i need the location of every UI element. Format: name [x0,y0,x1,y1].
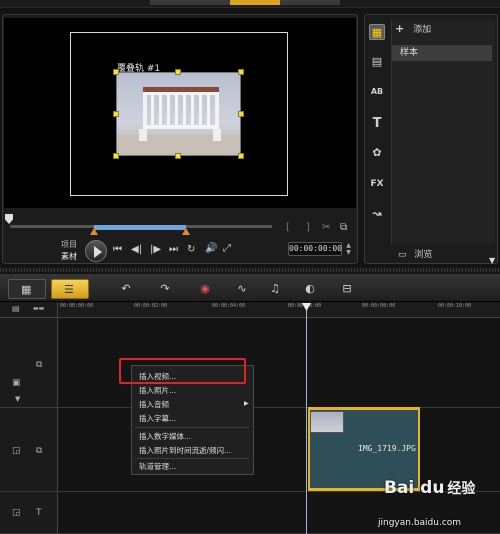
mode-clip[interactable]: 素材 [61,251,77,262]
scroll-down-icon[interactable]: ▼ [489,256,495,265]
highlight-annotation [119,358,246,384]
ruler-corner: ▤ ▬▬ [0,302,58,318]
instant-project-icon[interactable]: ▤ [369,54,385,70]
resize-handle-tr[interactable] [238,69,244,75]
submenu-arrow-icon: ▶ [244,400,249,407]
resize-handle-tl[interactable] [113,69,119,75]
filter-icon[interactable]: FX [369,176,385,192]
mark-out-button[interactable]: ] [306,222,310,233]
ruler-tick: 00:00:04:00 [212,303,246,309]
graphic-icon[interactable]: ✿ [369,145,385,161]
timeline-icon: ☰ [64,283,74,296]
menu-track-manager[interactable]: 轨道管理... [139,461,176,472]
menu-insert-subtitle[interactable]: 插入字幕... [139,413,176,424]
menu-separator [135,458,249,459]
video-track-icon[interactable]: ⧉ [36,360,42,370]
track-header-video: ⧉ ▣ ▼ [0,318,58,408]
crib-photo [117,87,240,155]
resize-handle-br[interactable] [238,153,244,159]
ruler-tick: 00:00:02:00 [134,303,168,309]
title-visibility-icon[interactable]: ◲ [12,508,21,518]
auto-music-icon[interactable]: ♫ [266,282,284,296]
copy-icon[interactable]: ⧉ [340,222,347,233]
resize-handle-bl[interactable] [113,153,119,159]
previous-frame-icon[interactable]: ◀| [131,244,142,255]
ruler-tick: 00:00:10:00 [438,303,472,309]
menu-insert-photo[interactable]: 插入照片... [139,385,176,396]
overlay-visibility-icon[interactable]: ◲ [12,446,21,456]
path-icon[interactable]: ↝ [369,206,385,222]
library-folder-sample[interactable]: 样本 [392,45,492,61]
timeline-ruler[interactable] [58,302,500,318]
track-mute-icon[interactable]: ▣ [12,378,21,388]
storyboard-view-button[interactable]: ▦ [8,279,46,299]
transition-icon[interactable]: AB [369,84,385,100]
mode-project[interactable]: 项目 [61,239,77,250]
zoom-control[interactable]: ▬▬ [33,305,44,312]
panel-divider[interactable] [0,268,500,272]
track-manager-icon[interactable]: ▤ [12,304,20,313]
enlarge-preview-icon[interactable]: ⤢ [223,243,231,254]
end-icon[interactable]: ⏭ [169,244,178,255]
track-header-title: ◲ T [0,492,58,534]
track-expand-icon[interactable]: ▼ [15,395,20,403]
clip-label: IMG_1719.JPG [358,444,416,453]
baidu-watermark: Bai du 经验 [384,478,475,498]
ruler-tick: 00:00:08:00 [362,303,396,309]
menu-separator [135,427,249,428]
resize-handle-r[interactable] [238,111,244,117]
split-clip-icon[interactable]: ✂ [322,222,330,233]
top-strip [0,0,500,8]
timecode-spinner[interactable]: ▲ ▼ [344,242,353,256]
plus-icon: + [395,22,405,35]
play-button[interactable] [85,240,107,262]
resize-handle-t[interactable] [175,69,181,75]
next-frame-icon[interactable]: |▶ [150,244,161,255]
subtitle-editor-icon[interactable]: ⊟ [338,282,356,296]
add-label: 添加 [413,25,432,35]
media-icon[interactable]: ▦ [369,24,385,40]
browse-button[interactable]: ▭ 浏览 [398,247,432,260]
clip-thumbnail [310,411,344,433]
watermark-url: jingyan.baidu.com [378,518,462,528]
menu-insert-audio[interactable]: 插入音频 [139,399,169,410]
volume-icon[interactable]: 🔊 [205,243,217,254]
timecode-display[interactable]: 00:00:00:00 [288,242,342,256]
redo-icon[interactable]: ↷ [156,282,174,296]
watermark-text: 经验 [447,481,476,497]
record-capture-icon[interactable]: ◉ [196,282,214,296]
resize-handle-l[interactable] [113,111,119,117]
title-track-icon[interactable]: T [36,508,42,518]
mark-in-button[interactable]: [ [286,222,290,233]
library-category-bar: ▦ ▤ AB T ✿ FX ↝ [364,18,390,264]
track-header-overlay: ◲ ⧉ [0,408,58,492]
add-folder-button[interactable]: + 添加 [395,22,431,35]
motion-track-icon[interactable]: ◐ [301,282,319,296]
title-icon[interactable]: T [369,116,385,132]
overlay-photo[interactable] [116,72,241,156]
menu-insert-time-lapse[interactable]: 插入照片到时间流逝/频闪... [139,445,231,456]
trim-selection [94,225,186,230]
overlay-track-icon[interactable]: ⧉ [36,446,42,456]
resize-handle-b[interactable] [175,153,181,159]
browse-label: 浏览 [414,250,433,260]
filmstrip-icon: ▦ [21,283,32,296]
undo-icon[interactable]: ↶ [117,282,135,296]
ruler-tick: 00:00:00:00 [60,303,94,309]
repeat-icon[interactable]: ↻ [187,244,195,255]
browse-folder-icon: ▭ [398,250,407,260]
watermark-logo: Bai du [384,478,445,498]
home-icon[interactable]: ⏮ [113,244,122,255]
menu-insert-digital-media[interactable]: 插入数字媒体... [139,431,191,442]
playhead-line[interactable] [306,304,307,534]
timeline-view-button[interactable]: ☰ [51,279,89,299]
sound-mixer-icon[interactable]: ∿ [233,282,251,296]
